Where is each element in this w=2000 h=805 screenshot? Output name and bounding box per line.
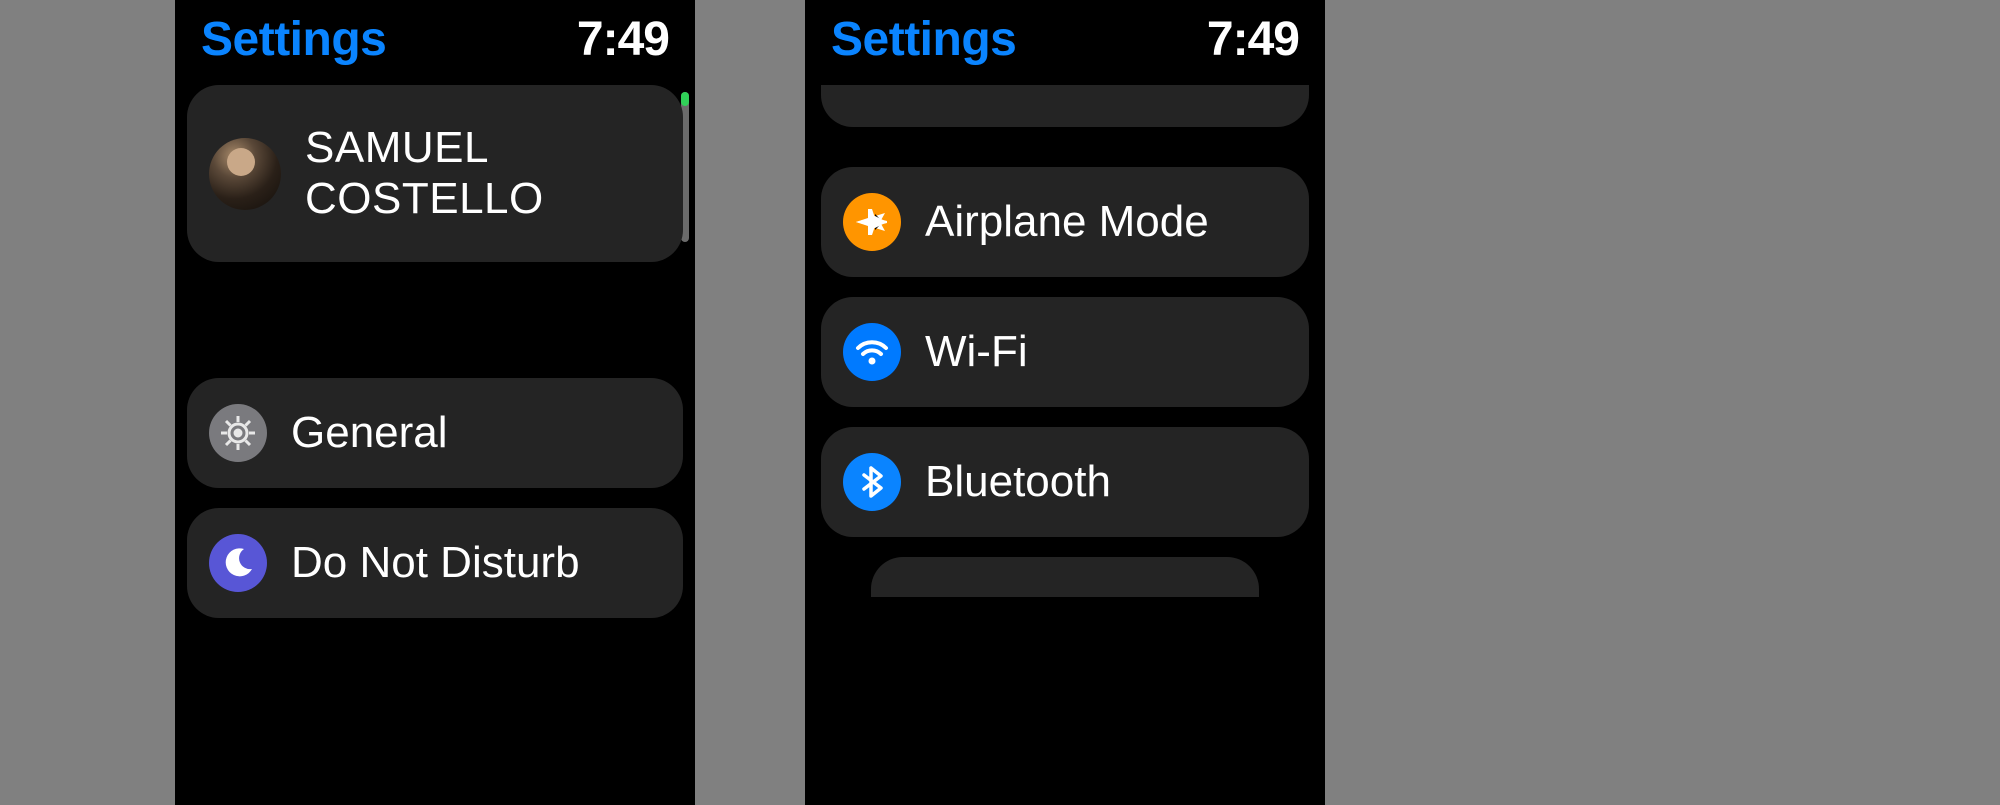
item-label: Do Not Disturb	[291, 538, 580, 588]
settings-list: SAMUEL COSTELLO	[175, 85, 695, 618]
item-label: Bluetooth	[925, 457, 1111, 507]
header: Settings 7:49	[805, 0, 1325, 85]
settings-item-wifi[interactable]: Wi-Fi	[821, 297, 1309, 407]
settings-list: Airplane Mode Wi-Fi Bluetooth	[805, 85, 1325, 597]
item-label: Wi-Fi	[925, 327, 1028, 377]
item-label: General	[291, 408, 448, 458]
header-title[interactable]: Settings	[201, 12, 386, 67]
profile-name: SAMUEL COSTELLO	[305, 123, 544, 224]
wifi-icon	[843, 323, 901, 381]
moon-icon	[209, 534, 267, 592]
header-time: 7:49	[577, 12, 669, 67]
gear-icon	[209, 404, 267, 462]
settings-item-bluetooth[interactable]: Bluetooth	[821, 427, 1309, 537]
scrollbar-thumb[interactable]	[681, 92, 689, 106]
header-time: 7:49	[1207, 12, 1299, 67]
settings-item-general[interactable]: General	[187, 378, 683, 488]
avatar	[209, 138, 281, 210]
profile-card[interactable]: SAMUEL COSTELLO	[187, 85, 683, 262]
settings-item-airplane[interactable]: Airplane Mode	[821, 167, 1309, 277]
header-title[interactable]: Settings	[831, 12, 1016, 67]
watch-screen-1: Settings 7:49 SAMUEL COSTELLO	[175, 0, 695, 805]
watch-screen-2: Settings 7:49 Airplane Mode	[805, 0, 1325, 805]
list-item-peek-top[interactable]	[821, 85, 1309, 127]
bluetooth-icon	[843, 453, 901, 511]
item-label: Airplane Mode	[925, 197, 1209, 247]
header: Settings 7:49	[175, 0, 695, 85]
airplane-icon	[843, 193, 901, 251]
settings-item-dnd[interactable]: Do Not Disturb	[187, 508, 683, 618]
list-item-peek-bottom[interactable]	[871, 557, 1259, 597]
